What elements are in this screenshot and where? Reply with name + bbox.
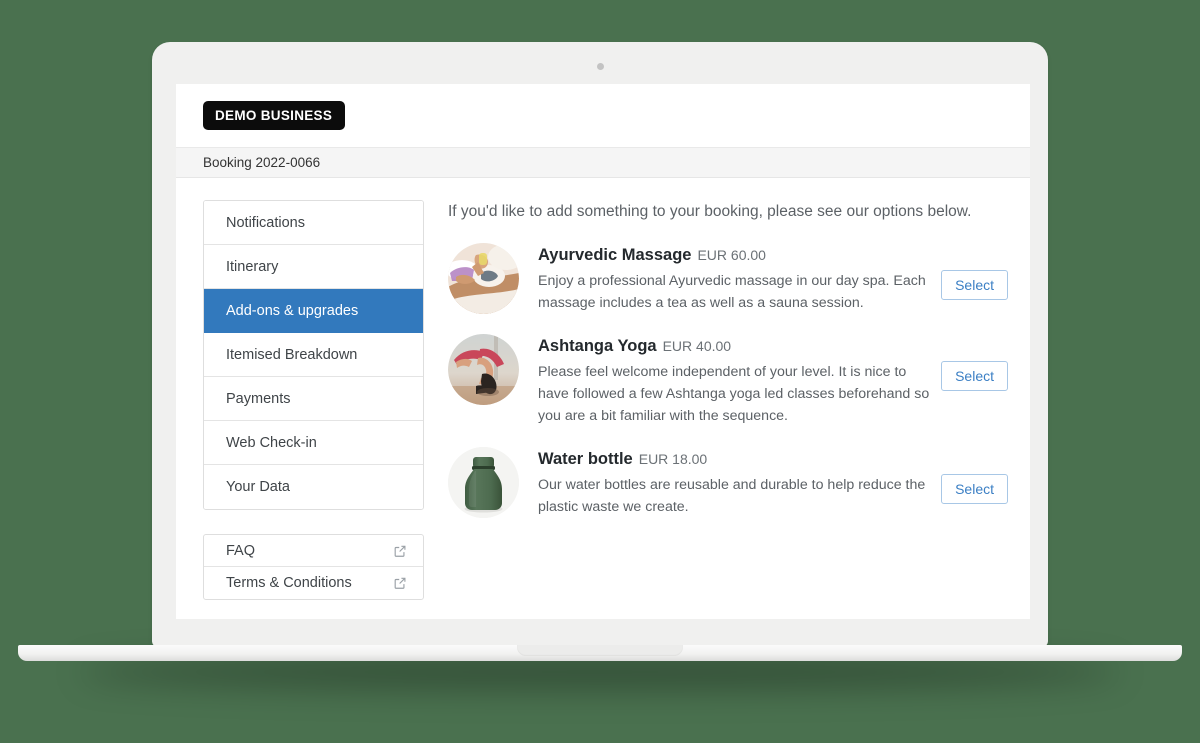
browser-screen: DEMO BUSINESS Booking 2022-0066 Notifica… bbox=[176, 84, 1030, 619]
external-link-icon bbox=[393, 576, 407, 590]
addon-title-line: Ashtanga Yoga EUR 40.00 bbox=[538, 337, 931, 357]
massage-photo bbox=[448, 243, 519, 314]
addon-price: EUR 60.00 bbox=[697, 247, 766, 263]
addon-description: Enjoy a professional Ayurvedic massage i… bbox=[538, 272, 926, 311]
addon-action-cell: Select bbox=[931, 447, 1008, 504]
addon-item: Water bottle EUR 18.00 Our water bottles a… bbox=[448, 446, 1008, 518]
booking-reference-label: Booking 2022-0066 bbox=[203, 155, 321, 170]
addon-title-line: Ayurvedic Massage EUR 60.00 bbox=[538, 246, 931, 266]
addon-name: Water bottle bbox=[538, 449, 633, 468]
addon-description: Our water bottles are reusable and durab… bbox=[538, 476, 926, 515]
addon-text-block: Ashtanga Yoga EUR 40.00 Please feel welcom… bbox=[519, 334, 931, 427]
yoga-photo bbox=[448, 334, 519, 405]
sidebar-link-faq[interactable]: FAQ bbox=[204, 535, 423, 567]
sidebar-link-label: FAQ bbox=[226, 542, 256, 559]
external-link-icon bbox=[393, 544, 407, 558]
addon-text-block: Water bottle EUR 18.00 Our water bottles a… bbox=[519, 447, 931, 518]
main-content: If you'd like to add something to your b… bbox=[424, 200, 1030, 619]
select-button[interactable]: Select bbox=[941, 473, 1008, 504]
laptop-mockup: DEMO BUSINESS Booking 2022-0066 Notifica… bbox=[0, 0, 1200, 743]
sidebar-external-links: FAQ Terms & Conditions bbox=[203, 534, 424, 600]
app-body: Notifications Itinerary Add-ons & upgrades… bbox=[176, 178, 1030, 619]
addon-list: Ayurvedic Massage EUR 60.00 Enjoy a profes… bbox=[448, 243, 1008, 518]
sidebar-item-add-ons-upgrades[interactable]: Add-ons & upgrades bbox=[204, 289, 423, 333]
app-header: DEMO BUSINESS bbox=[176, 84, 1030, 148]
select-button[interactable]: Select bbox=[941, 270, 1008, 300]
page-intro-text: If you'd like to add something to your b… bbox=[448, 203, 972, 220]
addon-item: Ayurvedic Massage EUR 60.00 Enjoy a profes… bbox=[448, 243, 1008, 314]
addon-action-cell: Select bbox=[931, 334, 1008, 391]
addon-title-line: Water bottle EUR 18.00 bbox=[538, 450, 931, 470]
sidebar-item-payments[interactable]: Payments bbox=[204, 377, 423, 421]
laptop-base-notch bbox=[517, 645, 683, 656]
sidebar-item-label: Notifications bbox=[226, 214, 305, 231]
sidebar-item-itemised-breakdown[interactable]: Itemised Breakdown bbox=[204, 333, 423, 377]
sidebar-item-notifications[interactable]: Notifications bbox=[204, 201, 423, 245]
sidebar-item-label: Add-ons & upgrades bbox=[226, 302, 359, 319]
sidebar-item-label: Your Data bbox=[226, 479, 290, 495]
sidebar: Notifications Itinerary Add-ons & upgrades… bbox=[203, 200, 424, 619]
addon-action-cell: Select bbox=[931, 243, 1008, 300]
addon-name: Ashtanga Yoga bbox=[538, 337, 657, 355]
water-bottle-photo bbox=[448, 446, 519, 518]
sidebar-item-label: Itinerary bbox=[226, 258, 279, 275]
sidebar-link-terms-conditions[interactable]: Terms & Conditions bbox=[204, 567, 423, 599]
sidebar-item-web-check-in[interactable]: Web Check-in bbox=[204, 421, 423, 465]
addon-name: Ayurvedic Massage bbox=[538, 246, 692, 264]
addon-price: EUR 40.00 bbox=[662, 338, 732, 354]
webcam-icon bbox=[596, 63, 604, 70]
select-button[interactable]: Select bbox=[941, 361, 1008, 391]
sidebar-item-your-data[interactable]: Your Data bbox=[204, 465, 423, 509]
booking-reference-bar: Booking 2022-0066 bbox=[176, 148, 1030, 178]
sidebar-item-label: Web Check-in bbox=[226, 434, 317, 451]
sidebar-item-itinerary[interactable]: Itinerary bbox=[204, 245, 423, 289]
addon-item: Ashtanga Yoga EUR 40.00 Please feel welcom… bbox=[448, 334, 1008, 427]
brand-logo[interactable]: DEMO BUSINESS bbox=[203, 100, 346, 131]
sidebar-item-label: Payments bbox=[226, 390, 291, 407]
sidebar-link-label: Terms & Conditions bbox=[226, 575, 352, 591]
sidebar-nav: Notifications Itinerary Add-ons & upgrades… bbox=[203, 200, 424, 510]
sidebar-item-label: Itemised Breakdown bbox=[226, 346, 358, 363]
addon-text-block: Ayurvedic Massage EUR 60.00 Enjoy a profes… bbox=[519, 243, 931, 314]
addon-price: EUR 18.00 bbox=[638, 450, 708, 467]
addon-description: Please feel welcome independent of your … bbox=[538, 363, 930, 424]
